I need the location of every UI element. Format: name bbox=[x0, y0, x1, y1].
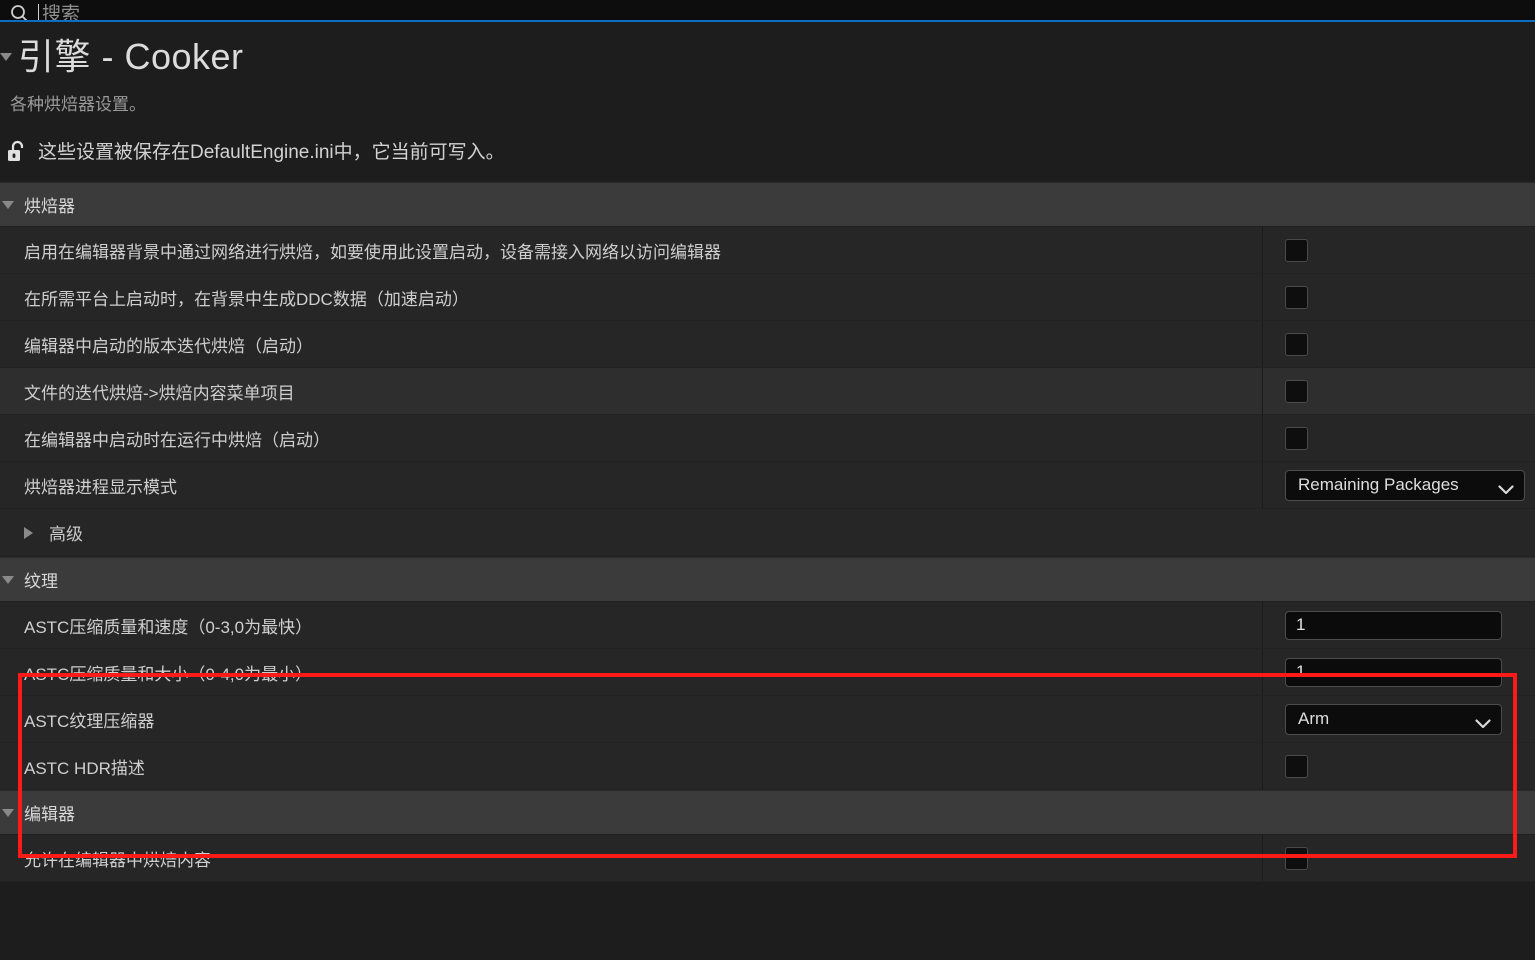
property-value bbox=[1263, 835, 1535, 881]
property-value bbox=[1263, 743, 1535, 789]
property-label: ASTC压缩质量和速度（0-3,0为最快） bbox=[0, 602, 1263, 648]
search-icon bbox=[10, 4, 30, 20]
property-label: ASTC HDR描述 bbox=[0, 743, 1263, 789]
section-header-1[interactable]: 纹理 bbox=[0, 557, 1535, 602]
checkbox[interactable] bbox=[1285, 754, 1308, 778]
search-bar[interactable]: 搜索 bbox=[0, 0, 1535, 22]
section-collapse-icon[interactable] bbox=[2, 808, 14, 817]
property-value: 1 bbox=[1263, 649, 1535, 695]
dropdown[interactable]: Arm bbox=[1285, 703, 1502, 735]
property-value bbox=[1263, 321, 1535, 367]
unlocked-padlock-icon[interactable] bbox=[4, 138, 30, 164]
dropdown-value: Arm bbox=[1298, 709, 1330, 728]
section-header-label: 烘焙器 bbox=[24, 197, 75, 216]
section-header-2[interactable]: 编辑器 bbox=[0, 790, 1535, 835]
advanced-expander-row[interactable]: 高级 bbox=[0, 509, 1535, 557]
property-value: 1 bbox=[1263, 602, 1535, 648]
checkbox[interactable] bbox=[1285, 332, 1308, 356]
section-header-label: 纹理 bbox=[24, 572, 58, 591]
search-text-caret bbox=[38, 4, 39, 20]
expand-triangle-icon[interactable] bbox=[24, 526, 33, 539]
property-value: Arm bbox=[1263, 696, 1535, 742]
property-label: ASTC压缩质量和大小（0-4,0为最小） bbox=[0, 649, 1263, 695]
checkbox[interactable] bbox=[1285, 846, 1308, 870]
property-value bbox=[1263, 415, 1535, 461]
property-row[interactable]: 允许在编辑器中烘焙内容 bbox=[0, 835, 1535, 882]
property-value bbox=[1263, 227, 1535, 273]
section-header-0[interactable]: 烘焙器 bbox=[0, 182, 1535, 227]
property-label: 在编辑器中启动时在运行中烘焙（启动） bbox=[0, 415, 1263, 461]
chevron-down-icon bbox=[1498, 480, 1514, 495]
section-collapse-icon[interactable] bbox=[2, 200, 14, 209]
property-row[interactable]: ASTC压缩质量和速度（0-3,0为最快） 1 bbox=[0, 602, 1535, 649]
property-row[interactable]: ASTC纹理压缩器 Arm bbox=[0, 696, 1535, 743]
advanced-expander-label: 高级 bbox=[49, 525, 83, 544]
checkbox[interactable] bbox=[1285, 238, 1308, 262]
property-row[interactable]: 编辑器中启动的版本迭代烘焙（启动） bbox=[0, 321, 1535, 368]
property-row[interactable]: 在编辑器中启动时在运行中烘焙（启动） bbox=[0, 415, 1535, 462]
config-writable-notice: 这些设置被保存在DefaultEngine.ini中，它当前可写入。 bbox=[4, 137, 1535, 164]
property-label: 在所需平台上启动时，在背景中生成DDC数据（加速启动） bbox=[0, 274, 1263, 320]
property-value bbox=[1263, 274, 1535, 320]
settings-list: 烘焙器启用在编辑器背景中通过网络进行烘焙，如要使用此设置启动，设备需接入网络以访… bbox=[0, 182, 1535, 882]
property-row[interactable]: 启用在编辑器背景中通过网络进行烘焙，如要使用此设置启动，设备需接入网络以访问编辑… bbox=[0, 227, 1535, 274]
property-label: 允许在编辑器中烘焙内容 bbox=[0, 835, 1263, 881]
property-label: 编辑器中启动的版本迭代烘焙（启动） bbox=[0, 321, 1263, 367]
dropdown-value: Remaining Packages bbox=[1298, 475, 1459, 494]
property-row[interactable]: 在所需平台上启动时，在背景中生成DDC数据（加速启动） bbox=[0, 274, 1535, 321]
number-input[interactable]: 1 bbox=[1285, 610, 1502, 640]
section-collapse-icon[interactable] bbox=[2, 575, 14, 584]
property-label: ASTC纹理压缩器 bbox=[0, 696, 1263, 742]
search-placeholder: 搜索 bbox=[42, 4, 81, 22]
dropdown[interactable]: Remaining Packages bbox=[1285, 469, 1525, 501]
section-header-label: 编辑器 bbox=[24, 805, 75, 824]
property-label: 启用在编辑器背景中通过网络进行烘焙，如要使用此设置启动，设备需接入网络以访问编辑… bbox=[0, 227, 1263, 273]
property-row[interactable]: ASTC压缩质量和大小（0-4,0为最小） 1 bbox=[0, 649, 1535, 696]
property-value: Remaining Packages bbox=[1263, 462, 1535, 508]
config-writable-text: 这些设置被保存在DefaultEngine.ini中，它当前可写入。 bbox=[38, 142, 505, 163]
bottom-filler bbox=[0, 882, 1535, 942]
property-row[interactable]: 烘焙器进程显示模式 Remaining Packages bbox=[0, 462, 1535, 509]
checkbox[interactable] bbox=[1285, 285, 1308, 309]
property-value bbox=[1263, 368, 1535, 414]
property-label: 烘焙器进程显示模式 bbox=[0, 462, 1263, 508]
checkbox[interactable] bbox=[1285, 426, 1308, 450]
checkbox[interactable] bbox=[1285, 379, 1308, 403]
number-input[interactable]: 1 bbox=[1285, 657, 1502, 687]
property-label: 文件的迭代烘焙->烘焙内容菜单项目 bbox=[0, 368, 1263, 414]
page-subtitle: 各种烘焙器设置。 bbox=[10, 95, 146, 114]
page-title: 引擎 - Cooker bbox=[18, 36, 244, 77]
property-row[interactable]: 文件的迭代烘焙->烘焙内容菜单项目 bbox=[0, 368, 1535, 415]
page-header: 引擎 - Cooker 各种烘焙器设置。 这些设置被保存在DefaultEngi… bbox=[0, 22, 1535, 164]
page-title-row[interactable]: 引擎 - Cooker bbox=[0, 34, 1535, 80]
property-row[interactable]: ASTC HDR描述 bbox=[0, 743, 1535, 790]
chevron-down-icon bbox=[1475, 714, 1491, 729]
collapse-triangle-icon[interactable] bbox=[0, 53, 12, 61]
